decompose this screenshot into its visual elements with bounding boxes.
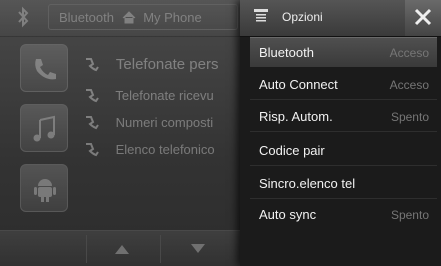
options-header: Opzioni <box>240 0 441 37</box>
phone-tile[interactable] <box>20 44 68 92</box>
options-panel: Opzioni Bluetooth Acceso Auto Connect Ac… <box>240 0 441 266</box>
option-label: Auto Connect <box>259 77 338 92</box>
option-auto-answer[interactable]: Risp. Autom. Spento <box>250 102 437 132</box>
close-icon <box>414 8 432 26</box>
list-item-label: Numeri composti <box>115 115 214 130</box>
received-call-icon <box>86 89 99 103</box>
scroll-up-icon[interactable] <box>112 241 132 257</box>
breadcrumb[interactable]: Bluetooth My Phone <box>48 4 238 30</box>
option-bluetooth[interactable]: Bluetooth Acceso <box>250 37 437 67</box>
bluetooth-icon <box>18 6 29 28</box>
divider <box>86 235 87 263</box>
option-label: Auto sync <box>259 207 317 222</box>
android-tile[interactable] <box>20 164 68 212</box>
option-pair-code[interactable]: Codice pair <box>250 136 437 166</box>
option-value: Acceso <box>389 46 429 60</box>
phone-screen: Bluetooth My Phone Telefonate pers Telef… <box>0 0 441 266</box>
home-icon <box>122 11 135 24</box>
phone-tile-icon <box>35 59 56 80</box>
list-item-label: Telefonate ricevu <box>115 88 214 103</box>
list-item-label: Telefonate pers <box>115 56 219 73</box>
dialed-call-icon <box>86 116 99 130</box>
music-tile[interactable] <box>20 104 68 152</box>
list-item-label: Elenco telefonico <box>115 142 215 157</box>
android-tile-icon <box>34 179 56 202</box>
option-label: Bluetooth <box>259 45 314 60</box>
list-item[interactable]: Telefonate pers <box>84 56 218 78</box>
option-auto-sync[interactable]: Auto sync Spento <box>250 200 437 230</box>
scroll-down-icon[interactable] <box>188 241 208 257</box>
menu-icon <box>254 9 268 22</box>
list-item[interactable]: Telefonate ricevu <box>84 87 214 109</box>
option-value: Acceso <box>389 78 429 92</box>
breadcrumb-bluetooth: Bluetooth <box>59 10 114 25</box>
option-label: Codice pair <box>259 143 325 158</box>
music-tile-icon <box>33 115 55 142</box>
option-value: Spento <box>390 110 429 124</box>
divider <box>160 235 161 263</box>
close-button[interactable] <box>405 0 441 36</box>
option-sync-phonebook[interactable]: Sincro.elenco tel <box>250 169 437 199</box>
breadcrumb-phone: My Phone <box>143 10 202 25</box>
option-label: Sincro.elenco tel <box>259 176 356 191</box>
phone-call-icon <box>86 58 99 72</box>
phonebook-icon <box>86 143 99 157</box>
options-title: Opzioni <box>282 10 323 24</box>
option-auto-connect[interactable]: Auto Connect Acceso <box>250 70 437 100</box>
option-label: Risp. Autom. <box>259 109 333 124</box>
option-value: Spento <box>390 208 429 222</box>
list-item[interactable]: Numeri composti <box>84 114 213 136</box>
list-item[interactable]: Elenco telefonico <box>84 141 215 163</box>
